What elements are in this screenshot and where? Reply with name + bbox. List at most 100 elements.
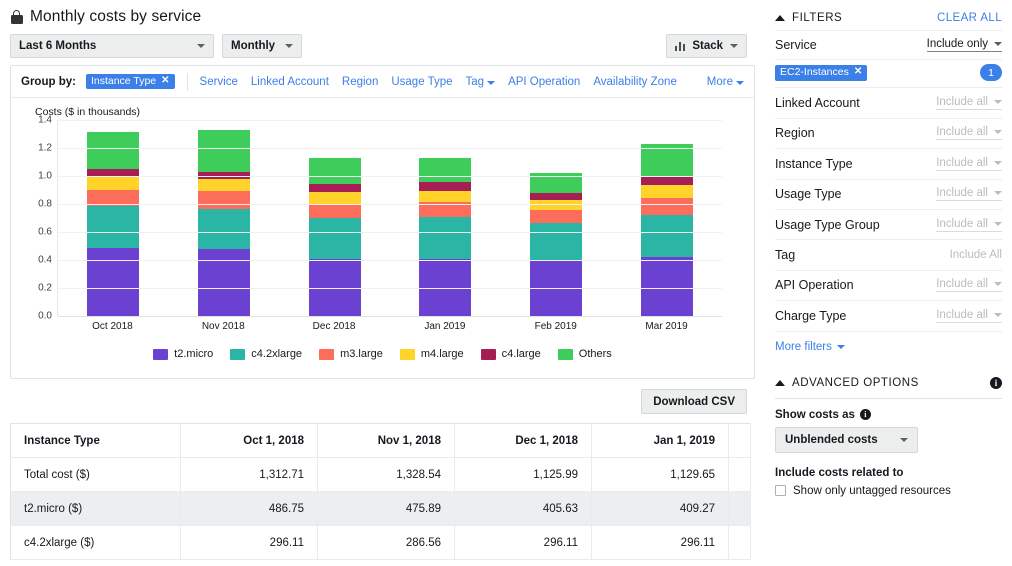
bar-segment-m4-large[interactable] xyxy=(309,192,361,204)
bar-segment-Others[interactable] xyxy=(198,130,250,172)
bar-segment-Others[interactable] xyxy=(309,158,361,184)
group-by-option-region[interactable]: Region xyxy=(342,76,378,88)
filter-mode-value: Include all xyxy=(936,218,988,230)
bar-segment-t2-micro[interactable] xyxy=(641,257,693,316)
show-costs-as-select[interactable]: Unblended costs xyxy=(775,427,918,453)
bar-segment-c4-2xlarge[interactable] xyxy=(530,223,582,261)
bar-segment-m4-large[interactable] xyxy=(419,191,471,203)
clear-all-button[interactable]: CLEAR ALL xyxy=(937,12,1002,24)
stack-style-select[interactable]: Stack xyxy=(666,34,747,58)
group-by-option-label: Service xyxy=(200,76,238,88)
service-filter-chip[interactable]: EC2-Instances✕ xyxy=(775,65,867,81)
bar-segment-c4-large[interactable] xyxy=(530,193,582,200)
close-icon[interactable]: ✕ xyxy=(161,76,169,86)
stacked-bar[interactable] xyxy=(419,158,471,316)
legend-item-c4-large[interactable]: c4.large xyxy=(481,348,541,360)
filter-row-usage-type[interactable]: Usage TypeInclude all xyxy=(775,180,1002,210)
group-by-option-availability-zone[interactable]: Availability Zone xyxy=(593,76,677,88)
group-by-option-label: API Operation xyxy=(508,76,580,88)
group-by-option-service[interactable]: Service xyxy=(200,76,238,88)
group-by-option-usage-type[interactable]: Usage Type xyxy=(391,76,452,88)
bar-segment-m4-large[interactable] xyxy=(198,179,250,192)
untagged-resources-checkbox-row[interactable]: Show only untagged resources xyxy=(775,485,1002,497)
table-cell xyxy=(729,492,751,526)
bar-segment-m4-large[interactable] xyxy=(87,176,139,190)
filter-row-linked-account[interactable]: Linked AccountInclude all xyxy=(775,88,1002,118)
stacked-bar[interactable] xyxy=(530,173,582,316)
stacked-bar[interactable] xyxy=(641,144,693,316)
filter-row-tag[interactable]: TagInclude All xyxy=(775,240,1002,270)
info-icon[interactable]: i xyxy=(990,377,1002,389)
legend-item-Others[interactable]: Others xyxy=(558,348,612,360)
group-by-option-api-operation[interactable]: API Operation xyxy=(508,76,580,88)
y-axis-tick: 1.0 xyxy=(38,171,52,182)
stacked-bar[interactable] xyxy=(309,158,361,316)
chart-bar-column[interactable] xyxy=(169,120,280,316)
filter-row-usage-type-group[interactable]: Usage Type GroupInclude all xyxy=(775,210,1002,240)
close-icon[interactable]: ✕ xyxy=(854,67,862,77)
filter-row-instance-type[interactable]: Instance TypeInclude all xyxy=(775,149,1002,179)
bar-segment-c4-2xlarge[interactable] xyxy=(87,206,139,247)
table-column-header[interactable]: Jan 1, 2019 xyxy=(592,424,729,458)
advanced-title: ADVANCED OPTIONS xyxy=(792,377,919,389)
legend-item-t2-micro[interactable]: t2.micro xyxy=(153,348,213,360)
bar-segment-m4-large[interactable] xyxy=(641,185,693,198)
bar-segment-c4-large[interactable] xyxy=(419,182,471,190)
table-column-header[interactable] xyxy=(729,424,751,458)
collapse-triangle-icon[interactable] xyxy=(775,380,785,386)
filter-mode-select[interactable]: Include all xyxy=(936,96,1002,110)
filter-mode-select[interactable]: Include all xyxy=(936,309,1002,323)
group-by-more[interactable]: More xyxy=(707,76,744,88)
group-by-option-tag[interactable]: Tag xyxy=(466,76,496,88)
table-column-header[interactable]: Nov 1, 2018 xyxy=(318,424,455,458)
filter-mode-value: Include all xyxy=(936,96,988,108)
legend-item-m3-large[interactable]: m3.large xyxy=(319,348,383,360)
bar-segment-c4-2xlarge[interactable] xyxy=(419,217,471,258)
bar-segment-m3-large[interactable] xyxy=(198,191,250,209)
chart-bar-column[interactable] xyxy=(501,120,612,316)
bar-segment-m3-large[interactable] xyxy=(641,198,693,215)
legend-item-m4-large[interactable]: m4.large xyxy=(400,348,464,360)
chart-bar-column[interactable] xyxy=(58,120,169,316)
filter-mode-select[interactable]: Include only xyxy=(927,38,1002,52)
bar-segment-Others[interactable] xyxy=(419,158,471,183)
x-axis-label: Jan 2019 xyxy=(389,321,500,332)
filter-row-api-operation[interactable]: API OperationInclude all xyxy=(775,271,1002,301)
filter-row-charge-type[interactable]: Charge TypeInclude all xyxy=(775,301,1002,331)
group-by-chip-instance-type[interactable]: Instance Type ✕ xyxy=(86,74,175,90)
legend-item-c4-2xlarge[interactable]: c4.2xlarge xyxy=(230,348,302,360)
filter-mode-select[interactable]: Include all xyxy=(936,126,1002,140)
filter-row-service[interactable]: ServiceInclude only xyxy=(775,30,1002,60)
bar-segment-c4-2xlarge[interactable] xyxy=(641,215,693,256)
legend-swatch xyxy=(319,349,334,360)
bar-segment-m3-large[interactable] xyxy=(309,204,361,217)
group-by-option-linked-account[interactable]: Linked Account xyxy=(251,76,329,88)
bar-segment-c4-2xlarge[interactable] xyxy=(198,209,250,249)
collapse-triangle-icon[interactable] xyxy=(775,15,785,21)
bar-segment-c4-large[interactable] xyxy=(309,184,361,192)
filter-mode-select[interactable]: Include all xyxy=(936,278,1002,292)
filter-mode-select[interactable]: Include all xyxy=(936,218,1002,232)
bar-segment-c4-large[interactable] xyxy=(87,169,139,176)
more-filters-button[interactable]: More filters xyxy=(775,332,845,353)
date-range-select[interactable]: Last 6 Months xyxy=(10,34,214,58)
table-column-header[interactable]: Oct 1, 2018 xyxy=(181,424,318,458)
bar-segment-Others[interactable] xyxy=(87,132,139,169)
granularity-select[interactable]: Monthly xyxy=(222,34,302,58)
filter-row-region[interactable]: RegionInclude all xyxy=(775,119,1002,149)
download-csv-button[interactable]: Download CSV xyxy=(641,389,747,414)
bar-segment-m4-large[interactable] xyxy=(530,200,582,210)
chart-bar-column[interactable] xyxy=(611,120,722,316)
chart-bar-column[interactable] xyxy=(279,120,390,316)
filter-mode-select[interactable]: Include all xyxy=(936,187,1002,201)
bar-segment-c4-large[interactable] xyxy=(641,176,693,185)
bar-segment-m3-large[interactable] xyxy=(530,210,582,223)
checkbox[interactable] xyxy=(775,485,786,496)
table-column-header[interactable]: Instance Type xyxy=(11,424,181,458)
bar-segment-t2-micro[interactable] xyxy=(87,248,139,316)
bar-segment-c4-2xlarge[interactable] xyxy=(309,218,361,259)
info-icon[interactable]: i xyxy=(860,409,871,420)
filter-mode-select[interactable]: Include all xyxy=(936,157,1002,171)
table-column-header[interactable]: Dec 1, 2018 xyxy=(455,424,592,458)
chart-bar-column[interactable] xyxy=(390,120,501,316)
